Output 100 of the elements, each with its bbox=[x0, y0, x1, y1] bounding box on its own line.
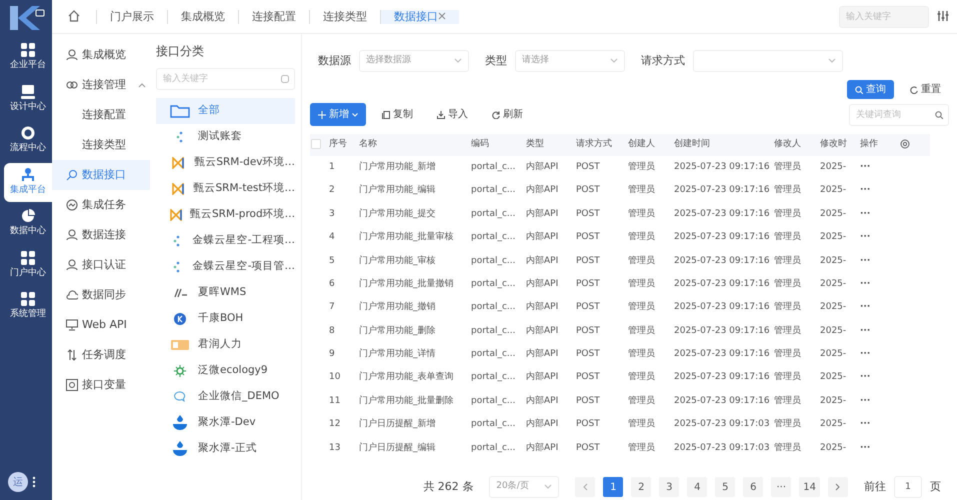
table-cell-text: 13 bbox=[328, 442, 342, 455]
table-cell-text: POST bbox=[575, 418, 601, 432]
table-cell: 管理员 bbox=[627, 156, 673, 180]
page-button[interactable]: 14 bbox=[799, 477, 820, 498]
table-cell-text: 门户常用功能_详情 bbox=[358, 348, 436, 362]
rail-item[interactable]: 流程中心 bbox=[4, 121, 52, 160]
more-button[interactable]: ··· bbox=[859, 202, 899, 226]
column-header: 类型 bbox=[525, 134, 575, 156]
menu-item[interactable]: 集成概览 bbox=[52, 40, 150, 70]
menu-item[interactable]: 连接配置 bbox=[52, 100, 150, 130]
table-cell-text: portal_c... bbox=[470, 348, 516, 362]
category-item[interactable]: 全部 bbox=[156, 98, 295, 124]
tab[interactable]: 门户展示 bbox=[96, 10, 167, 24]
menu-item[interactable]: 数据同步 bbox=[52, 280, 150, 310]
table-cell-text: 管理员 bbox=[627, 324, 656, 338]
checkbox[interactable] bbox=[311, 138, 321, 149]
category-item[interactable]: 金蝶云星空-项目管… bbox=[156, 254, 295, 280]
category-item[interactable]: 君润人力 bbox=[156, 332, 295, 358]
rail-item[interactable]: 企业平台 bbox=[4, 38, 52, 78]
category-item[interactable]: 甄云SRM-prod环境… bbox=[156, 202, 295, 228]
filter-label: 类型 bbox=[485, 52, 507, 69]
more-button[interactable]: ··· bbox=[859, 343, 899, 367]
table-cell-text: 5 bbox=[328, 254, 336, 268]
more-button[interactable]: ··· bbox=[859, 179, 899, 203]
category-item[interactable]: 聚水潭-正式 bbox=[156, 436, 295, 462]
menu-item[interactable]: 数据接口 bbox=[52, 160, 150, 190]
tab[interactable]: 集成概览 bbox=[167, 10, 238, 24]
menu-item[interactable]: 集成任务 bbox=[52, 190, 150, 220]
more-button[interactable]: ··· bbox=[859, 226, 899, 250]
table-cell-text: 管理员 bbox=[773, 370, 802, 384]
more-button[interactable]: ··· bbox=[859, 413, 899, 437]
page-button[interactable]: 4 bbox=[687, 477, 708, 498]
search-field[interactable]: 输入关键字 bbox=[839, 6, 929, 28]
rail-item[interactable]: 集成平台 bbox=[4, 162, 52, 202]
table-cell-text: 管理员 bbox=[773, 208, 802, 221]
search-field[interactable]: 输入关键字 bbox=[156, 68, 295, 90]
category-item[interactable]: 千康BOH bbox=[156, 306, 295, 332]
toolbar-button[interactable]: 刷新 bbox=[484, 105, 531, 124]
rail-item[interactable]: 门户中心 bbox=[4, 246, 52, 285]
settings-icon[interactable] bbox=[900, 138, 910, 149]
category-item[interactable]: 甄云SRM-test环境… bbox=[156, 176, 295, 202]
toolbar-button[interactable]: 导入 bbox=[429, 105, 476, 124]
table-cell-text: 门户常用功能_批量审核 bbox=[358, 230, 454, 244]
category-item[interactable]: 企业微信_DEMO bbox=[156, 384, 295, 410]
column-header: 请求方式 bbox=[575, 134, 627, 156]
menu-item[interactable]: 数据连接 bbox=[52, 220, 150, 250]
category-item[interactable]: 泛微ecology9 bbox=[156, 358, 295, 384]
more-button[interactable]: ··· bbox=[859, 320, 899, 344]
menu-item[interactable]: 连接类型 bbox=[52, 130, 150, 160]
table-cell-text: 管理员 bbox=[627, 418, 656, 432]
page-input[interactable]: 1 bbox=[894, 476, 922, 498]
query-button[interactable]: 查询 bbox=[847, 80, 894, 99]
menu-item[interactable]: 接口变量 bbox=[52, 370, 150, 400]
menu-item[interactable]: 连接管理 bbox=[52, 70, 150, 100]
menu-item[interactable]: 任务调度 bbox=[52, 340, 150, 370]
page-button[interactable]: 5 bbox=[715, 477, 736, 498]
home-icon[interactable] bbox=[68, 10, 80, 22]
reset-button[interactable]: 重置 bbox=[902, 80, 949, 99]
drop-icon bbox=[173, 415, 187, 431]
more-button[interactable]: ··· bbox=[859, 272, 899, 296]
more-button[interactable]: ··· bbox=[859, 250, 899, 273]
search-field[interactable]: 关键词查询 bbox=[849, 104, 949, 126]
table-cell-text: 管理员 bbox=[627, 184, 656, 198]
table-cell-text: 内部API bbox=[525, 254, 560, 268]
tab[interactable]: 数据接口 bbox=[380, 10, 459, 24]
grid-icon bbox=[21, 250, 35, 264]
toolbar-button[interactable]: 复制 bbox=[374, 105, 421, 124]
category-item[interactable]: 聚水潭-Dev bbox=[156, 410, 295, 436]
select-field[interactable] bbox=[693, 50, 843, 72]
tab[interactable]: 连接配置 bbox=[238, 10, 309, 24]
more-button[interactable]: ··· bbox=[859, 390, 899, 414]
prev-button[interactable] bbox=[575, 477, 596, 498]
more-button[interactable]: ··· bbox=[859, 296, 899, 320]
category-item[interactable]: 甄云SRM-dev环境… bbox=[156, 150, 295, 176]
more-button[interactable]: ··· bbox=[859, 156, 899, 180]
table-cell-text: portal_c... bbox=[470, 394, 516, 408]
page-button[interactable]: 2 bbox=[631, 477, 652, 498]
category-item[interactable]: 金蝶云星空-工程项… bbox=[156, 228, 295, 254]
rail-item[interactable]: 系统管理 bbox=[4, 287, 52, 326]
close-icon[interactable] bbox=[438, 12, 446, 20]
arrows-icon bbox=[66, 349, 78, 361]
table-cell-text: portal_c... bbox=[470, 371, 516, 384]
page-button[interactable]: ··· bbox=[771, 477, 792, 498]
page-button[interactable]: 3 bbox=[659, 477, 680, 498]
menu-item[interactable]: Web API bbox=[52, 310, 150, 340]
next-button[interactable] bbox=[828, 477, 848, 498]
plus-icon bbox=[318, 110, 326, 118]
menu-item[interactable]: 接口认证 bbox=[52, 250, 150, 280]
table-cell: 管理员 bbox=[773, 156, 819, 180]
rail-item[interactable]: 数据中心 bbox=[4, 204, 52, 244]
add-button[interactable]: 新增 bbox=[310, 103, 366, 126]
more-button[interactable]: ··· bbox=[859, 436, 899, 460]
category-item[interactable]: 夏晖WMS bbox=[156, 280, 295, 306]
page-button[interactable]: 1 bbox=[603, 477, 624, 498]
category-item[interactable]: 测试账套 bbox=[156, 124, 295, 150]
rail-item[interactable]: 设计中心 bbox=[4, 80, 52, 119]
page-button[interactable]: 6 bbox=[743, 477, 764, 498]
table-cell-text: portal_c... bbox=[470, 184, 516, 198]
hierarchy-icon bbox=[21, 168, 35, 182]
more-button[interactable]: ··· bbox=[859, 366, 899, 390]
